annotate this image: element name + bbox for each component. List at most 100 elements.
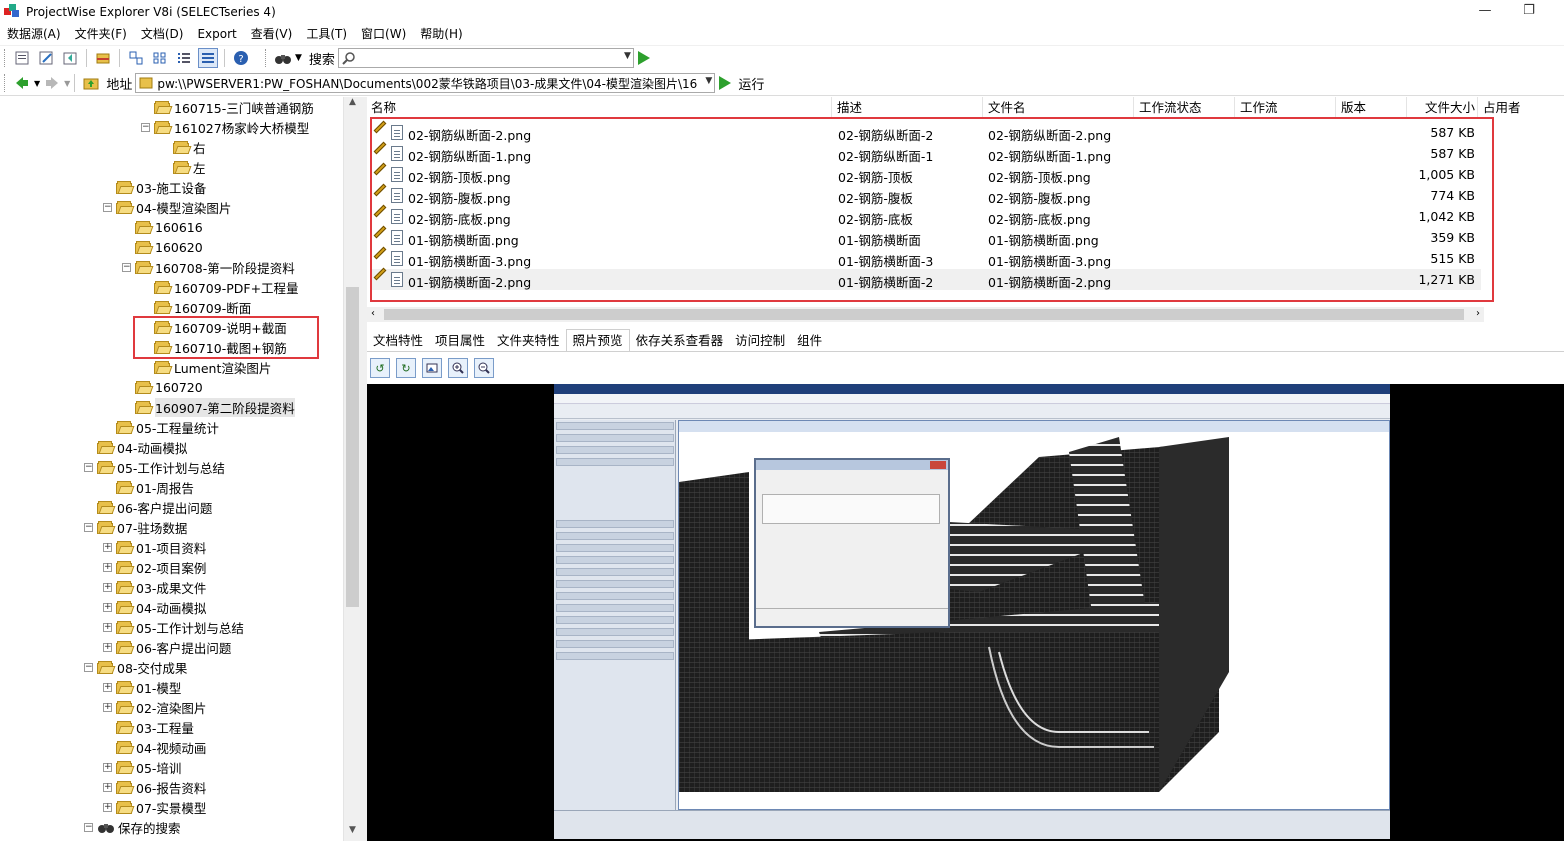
tree-item[interactable]: 160715-三门峡普通钢筋: [141, 97, 314, 117]
tree-item[interactable]: +05-培训: [103, 757, 181, 777]
large-icons-view-icon[interactable]: [126, 48, 146, 68]
expand-icon[interactable]: +: [103, 582, 112, 592]
column-header-workflow[interactable]: 工作流: [1236, 97, 1336, 117]
pane-splitter[interactable]: [360, 97, 367, 841]
tree-item[interactable]: 右: [160, 137, 206, 157]
toolbar-grip[interactable]: [4, 74, 7, 92]
column-header-locked-by[interactable]: 占用者: [1479, 97, 1564, 117]
tree-item[interactable]: 160620: [122, 237, 203, 257]
tree-item[interactable]: +02-渲染图片: [103, 697, 206, 717]
scroll-left-icon[interactable]: ‹: [371, 308, 375, 319]
toolbar-grip[interactable]: [4, 49, 7, 67]
column-header-version[interactable]: 版本: [1337, 97, 1407, 117]
expand-icon[interactable]: +: [103, 642, 112, 652]
minimize-button[interactable]: —: [1470, 3, 1500, 21]
forward-icon[interactable]: [42, 73, 62, 93]
tree-item[interactable]: − 05-工作计划与总结: [84, 457, 225, 477]
scrollbar-thumb[interactable]: [384, 309, 1464, 320]
expand-icon[interactable]: +: [103, 762, 112, 772]
table-row[interactable]: 02-钢筋-底板.png 02-钢筋-底板 02-钢筋-底板.png 1,042 KB: [371, 204, 1481, 227]
scrollbar-thumb[interactable]: [346, 287, 359, 607]
tree-item[interactable]: 01-周报告: [103, 477, 194, 497]
expand-icon[interactable]: +: [103, 682, 112, 692]
scroll-right-icon[interactable]: ›: [1476, 308, 1480, 319]
restore-button[interactable]: ❐: [1514, 3, 1544, 21]
table-row[interactable]: 01-钢筋横断面-3.png 01-钢筋横断面-3 01-钢筋横断面-3.png 51…: [371, 246, 1481, 269]
column-header-file-size[interactable]: 文件大小: [1408, 97, 1478, 117]
details-view-icon[interactable]: [198, 48, 218, 68]
expand-icon[interactable]: +: [103, 542, 112, 552]
tree-item[interactable]: − 保存的搜索: [84, 817, 181, 837]
menu-help[interactable]: 帮助(H): [413, 24, 469, 44]
collapse-icon[interactable]: −: [141, 122, 150, 132]
forward-dropdown-icon[interactable]: ▼: [64, 79, 70, 88]
tree-item[interactable]: 160907-第二阶段提资料: [122, 397, 295, 417]
tree-item[interactable]: 03-施工设备: [103, 177, 206, 197]
run-arrow-icon[interactable]: [719, 76, 732, 90]
edit-icon[interactable]: [36, 48, 56, 68]
menu-folder[interactable]: 文件夹(F): [68, 24, 134, 44]
table-row[interactable]: 01-钢筋横断面.png 01-钢筋横断面 01-钢筋横断面.png 359 KB: [371, 225, 1481, 248]
properties-icon[interactable]: [12, 48, 32, 68]
menu-datasource[interactable]: 数据源(A): [0, 24, 68, 44]
tree-item[interactable]: 03-工程量: [103, 717, 194, 737]
column-header-description[interactable]: 描述: [833, 97, 983, 117]
collapse-icon[interactable]: −: [84, 662, 93, 672]
menu-export[interactable]: Export: [190, 24, 243, 44]
menu-tools[interactable]: 工具(T): [299, 24, 354, 44]
menu-document[interactable]: 文档(D): [134, 24, 191, 44]
folder-stack-icon[interactable]: [93, 48, 113, 68]
help-icon[interactable]: ?: [231, 48, 251, 68]
tree-item[interactable]: 160709-断面: [141, 297, 251, 317]
small-icons-view-icon[interactable]: [150, 48, 170, 68]
list-view-icon[interactable]: [174, 48, 194, 68]
expand-icon[interactable]: +: [103, 562, 112, 572]
tree-item[interactable]: − 160708-第一阶段提资料: [122, 257, 295, 277]
tree-item[interactable]: +07-实景模型: [103, 797, 206, 817]
toolbar-grip[interactable]: [265, 49, 268, 67]
expand-icon[interactable]: +: [103, 622, 112, 632]
tree-item[interactable]: 左: [160, 157, 206, 177]
table-row[interactable]: 02-钢筋纵断面-1.png 02-钢筋纵断面-1 02-钢筋纵断面-1.png 58…: [371, 141, 1481, 164]
expand-icon[interactable]: +: [103, 602, 112, 612]
zoom-out-icon[interactable]: [474, 358, 494, 378]
tree-item[interactable]: +01-模型: [103, 677, 181, 697]
tree-item[interactable]: − 07-驻场数据: [84, 517, 187, 537]
tree-item[interactable]: 06-客户提出问题: [84, 497, 212, 517]
folder-tree[interactable]: 160715-三门峡普通钢筋 − 161027杨家岭大桥模型右左 03-施工设备 − 04…: [0, 97, 343, 841]
tree-item[interactable]: 04-动画模拟: [84, 437, 187, 457]
tab-access-control[interactable]: 访问控制: [729, 331, 791, 351]
menu-window[interactable]: 窗口(W): [354, 24, 413, 44]
checkout-icon[interactable]: [60, 48, 80, 68]
tree-item[interactable]: +05-工作计划与总结: [103, 617, 244, 637]
expand-icon[interactable]: +: [103, 782, 112, 792]
collapse-icon[interactable]: −: [103, 202, 112, 212]
tab-project-properties[interactable]: 项目属性: [429, 331, 491, 351]
column-header-workflow-state[interactable]: 工作流状态: [1135, 97, 1235, 117]
column-header-filename[interactable]: 文件名: [984, 97, 1134, 117]
tree-item[interactable]: − 04-模型渲染图片: [103, 197, 231, 217]
collapse-icon[interactable]: −: [84, 822, 93, 832]
rotate-left-icon[interactable]: ↺: [370, 358, 390, 378]
tree-item[interactable]: +02-项目案例: [103, 557, 206, 577]
tree-item[interactable]: 05-工程量统计: [103, 417, 219, 437]
collapse-icon[interactable]: −: [84, 462, 93, 472]
tree-item[interactable]: 160616: [122, 217, 203, 237]
run-button[interactable]: 运行: [738, 74, 764, 93]
tree-item[interactable]: 160720: [122, 377, 203, 397]
list-horizontal-scrollbar[interactable]: ‹ ›: [367, 307, 1484, 322]
tree-item[interactable]: +01-项目资料: [103, 537, 206, 557]
tree-item[interactable]: +03-成果文件: [103, 577, 206, 597]
tree-item[interactable]: 160709-PDF+工程量: [141, 277, 299, 297]
tab-photo-preview[interactable]: 照片预览: [565, 329, 630, 351]
tree-item[interactable]: +04-动画模拟: [103, 597, 206, 617]
scroll-up-icon[interactable]: ▲: [344, 97, 361, 107]
tab-document-properties[interactable]: 文档特性: [367, 331, 429, 351]
menu-view[interactable]: 查看(V): [244, 24, 300, 44]
tree-item[interactable]: 160709-说明+截面: [141, 317, 287, 337]
chevron-down-icon[interactable]: ▼: [624, 51, 631, 61]
table-row[interactable]: 01-钢筋横断面-2.png 01-钢筋横断面-2 01-钢筋横断面-2.png 1,…: [371, 267, 1481, 290]
tab-dependency-viewer[interactable]: 依存关系查看器: [630, 331, 730, 351]
scroll-down-icon[interactable]: ▼: [344, 825, 361, 835]
search-input[interactable]: ▼: [337, 48, 634, 68]
